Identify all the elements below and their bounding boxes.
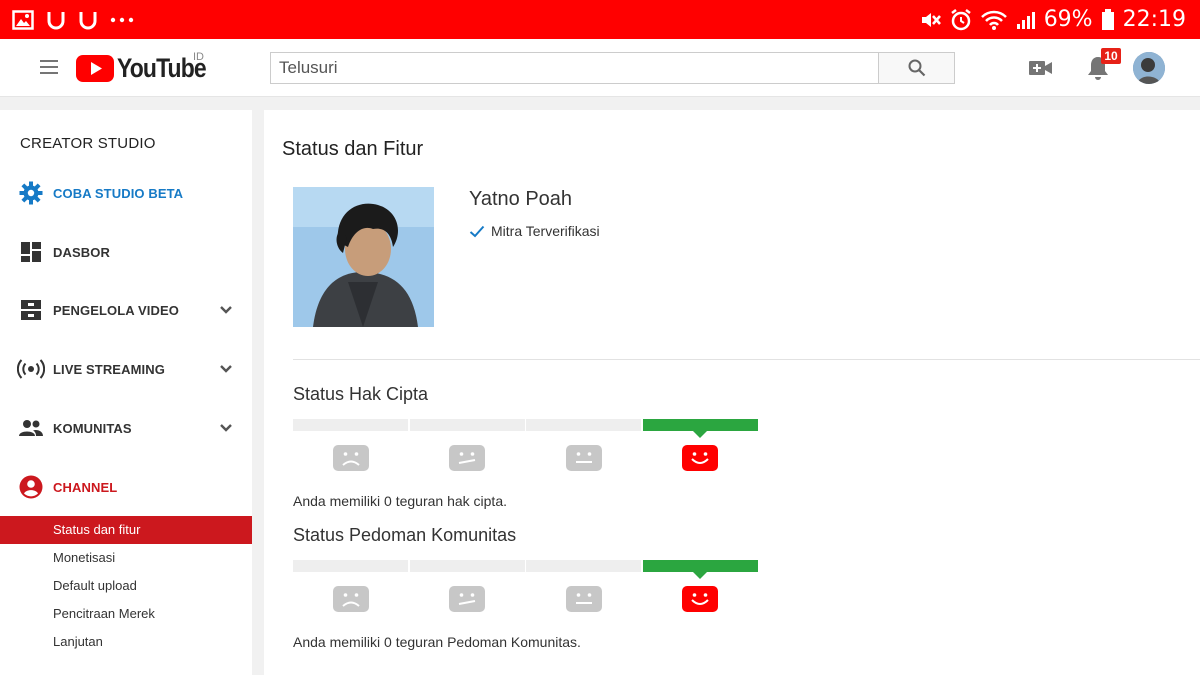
community-guidelines-title: Status Pedoman Komunitas (293, 525, 517, 545)
channel-photo (293, 187, 434, 327)
chevron-down-icon[interactable] (219, 363, 233, 375)
checkmark-icon (469, 225, 485, 237)
u-notification-icon (46, 10, 66, 30)
sidebar-item-label: LIVE STREAMING (53, 361, 165, 377)
menu-icon[interactable] (40, 60, 58, 74)
status-bar-left-icons (12, 6, 134, 33)
happy-face-icon (682, 445, 718, 471)
search-button[interactable] (878, 52, 955, 84)
verified-status: Mitra Terverifikasi (469, 223, 600, 239)
copyright-status-meter (293, 419, 758, 438)
verified-label: Mitra Terverifikasi (491, 223, 600, 239)
chevron-down-icon[interactable] (219, 422, 233, 434)
meter-segment (526, 560, 641, 572)
sidebar-subitem-monetization[interactable]: Monetisasi (0, 544, 252, 572)
community-guidelines-note: Anda memiliki 0 teguran Pedoman Komunita… (293, 634, 581, 650)
meter-segment (409, 419, 525, 431)
main-content: Status dan Fitur Yatno Poah Mitra Terver… (264, 110, 1200, 675)
battery-icon (1101, 8, 1115, 31)
image-icon (12, 9, 34, 30)
account-circle-icon (18, 475, 44, 499)
mute-icon (920, 10, 942, 30)
chevron-down-icon[interactable] (219, 304, 233, 316)
divider (293, 359, 1200, 360)
video-manager-icon (18, 298, 44, 322)
meter-segment (293, 419, 408, 431)
create-video-icon[interactable] (1029, 58, 1053, 78)
sad-face-icon (332, 445, 369, 471)
page-title: Status dan Fitur (282, 138, 424, 160)
sidebar-subitem-advanced[interactable]: Lanjutan (0, 628, 252, 656)
status-bar-right-icons: 69% 22:19 (920, 5, 1186, 34)
search-box (270, 52, 878, 84)
clock: 22:19 (1122, 7, 1186, 32)
sidebar-item-label: KOMUNITAS (53, 420, 132, 436)
signal-icon (1016, 10, 1036, 30)
sidebar-item-video-manager[interactable]: PENGELOLA VIDEO (0, 290, 252, 330)
meter-segment (526, 419, 641, 431)
copyright-status-faces (293, 445, 757, 471)
neutral-face-icon (565, 586, 602, 612)
alarm-icon (950, 8, 972, 31)
sidebar-subitem-status-and-features[interactable]: Status dan fitur (0, 516, 252, 544)
community-guidelines-meter (293, 560, 758, 579)
unsure-face-icon (449, 586, 485, 612)
sidebar-item-label: DASBOR (53, 244, 110, 260)
sidebar-item-label: PENGELOLA VIDEO (53, 302, 179, 318)
meter-segment (293, 560, 408, 572)
top-app-bar: YouTube ID 10 (0, 39, 1200, 97)
notification-count-badge: 10 (1101, 48, 1121, 64)
dashboard-icon (18, 240, 44, 264)
sidebar-subitem-branding[interactable]: Pencitraan Merek (0, 600, 252, 628)
community-guidelines-faces (293, 586, 757, 612)
region-code: ID (193, 51, 204, 63)
unsure-face-icon (449, 445, 485, 471)
battery-percentage: 69% (1043, 7, 1093, 32)
account-avatar[interactable] (1133, 52, 1165, 84)
neutral-face-icon (565, 445, 602, 471)
community-icon (18, 416, 44, 440)
sad-face-icon (332, 586, 369, 612)
sidebar-item-try-studio-beta[interactable]: COBA STUDIO BETA (0, 173, 252, 213)
creator-studio-sidebar: CREATOR STUDIO COBA STUDIO BETA DASBOR P… (0, 110, 252, 675)
sidebar-item-label: CHANNEL (53, 479, 118, 495)
youtube-play-icon (76, 54, 114, 82)
happy-face-icon (682, 586, 718, 612)
u-notification-icon (78, 10, 98, 30)
search-input[interactable] (271, 53, 878, 83)
copyright-status-title: Status Hak Cipta (293, 384, 429, 404)
meter-pointer (693, 431, 707, 438)
sidebar-title: CREATOR STUDIO (20, 135, 156, 152)
search-icon (908, 59, 925, 77)
sidebar-item-community[interactable]: KOMUNITAS (0, 408, 252, 448)
more-dots-icon (110, 16, 134, 24)
channel-name: Yatno Poah (469, 188, 573, 210)
gear-icon (18, 181, 44, 205)
android-status-bar: 69% 22:19 (0, 0, 1200, 39)
meter-segment (409, 560, 525, 572)
meter-pointer (693, 572, 707, 579)
copyright-status-note: Anda memiliki 0 teguran hak cipta. (293, 493, 507, 509)
meter-segment (642, 560, 758, 572)
sidebar-subitem-upload-defaults[interactable]: Default upload (0, 572, 252, 600)
sidebar-item-label: COBA STUDIO BETA (53, 185, 184, 201)
sidebar-item-live-streaming[interactable]: LIVE STREAMING (0, 349, 252, 389)
sidebar-item-channel[interactable]: CHANNEL (0, 467, 252, 507)
live-icon (17, 357, 45, 381)
wifi-icon (980, 9, 1008, 31)
meter-segment (642, 419, 758, 431)
sidebar-item-dashboard[interactable]: DASBOR (0, 232, 252, 272)
